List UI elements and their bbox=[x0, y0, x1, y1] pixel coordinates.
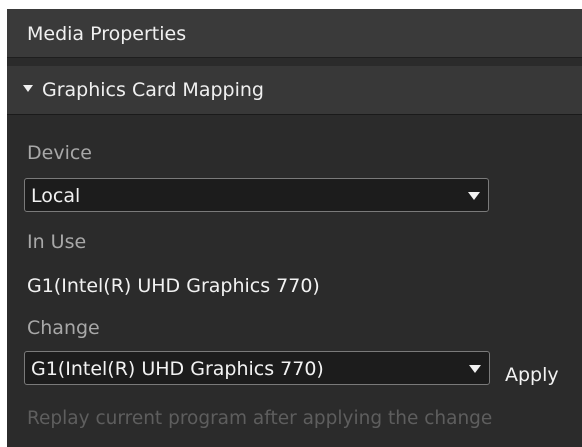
graphics-card-mapping-header[interactable]: Graphics Card Mapping bbox=[7, 66, 582, 115]
in-use-value: G1(Intel(R) UHD Graphics 770) bbox=[27, 275, 320, 297]
in-use-label: In Use bbox=[27, 231, 87, 253]
dropdown-arrow-icon bbox=[468, 192, 480, 200]
change-select[interactable]: G1(Intel(R) UHD Graphics 770) bbox=[24, 351, 490, 385]
device-label: Device bbox=[27, 142, 92, 164]
section-title: Graphics Card Mapping bbox=[42, 79, 264, 101]
change-select-value: G1(Intel(R) UHD Graphics 770) bbox=[31, 358, 324, 380]
media-properties-panel: Media Properties Graphics Card Mapping D… bbox=[7, 9, 582, 447]
dropdown-arrow-icon bbox=[469, 365, 481, 373]
caret-down-icon bbox=[23, 85, 33, 92]
panel-titlebar: Media Properties bbox=[7, 9, 582, 58]
hint-text: Replay current program after applying th… bbox=[27, 408, 493, 429]
device-select-value: Local bbox=[31, 185, 81, 207]
change-label: Change bbox=[27, 317, 100, 339]
apply-button[interactable]: Apply bbox=[505, 364, 559, 386]
device-select[interactable]: Local bbox=[24, 178, 489, 212]
panel-title: Media Properties bbox=[27, 23, 187, 45]
